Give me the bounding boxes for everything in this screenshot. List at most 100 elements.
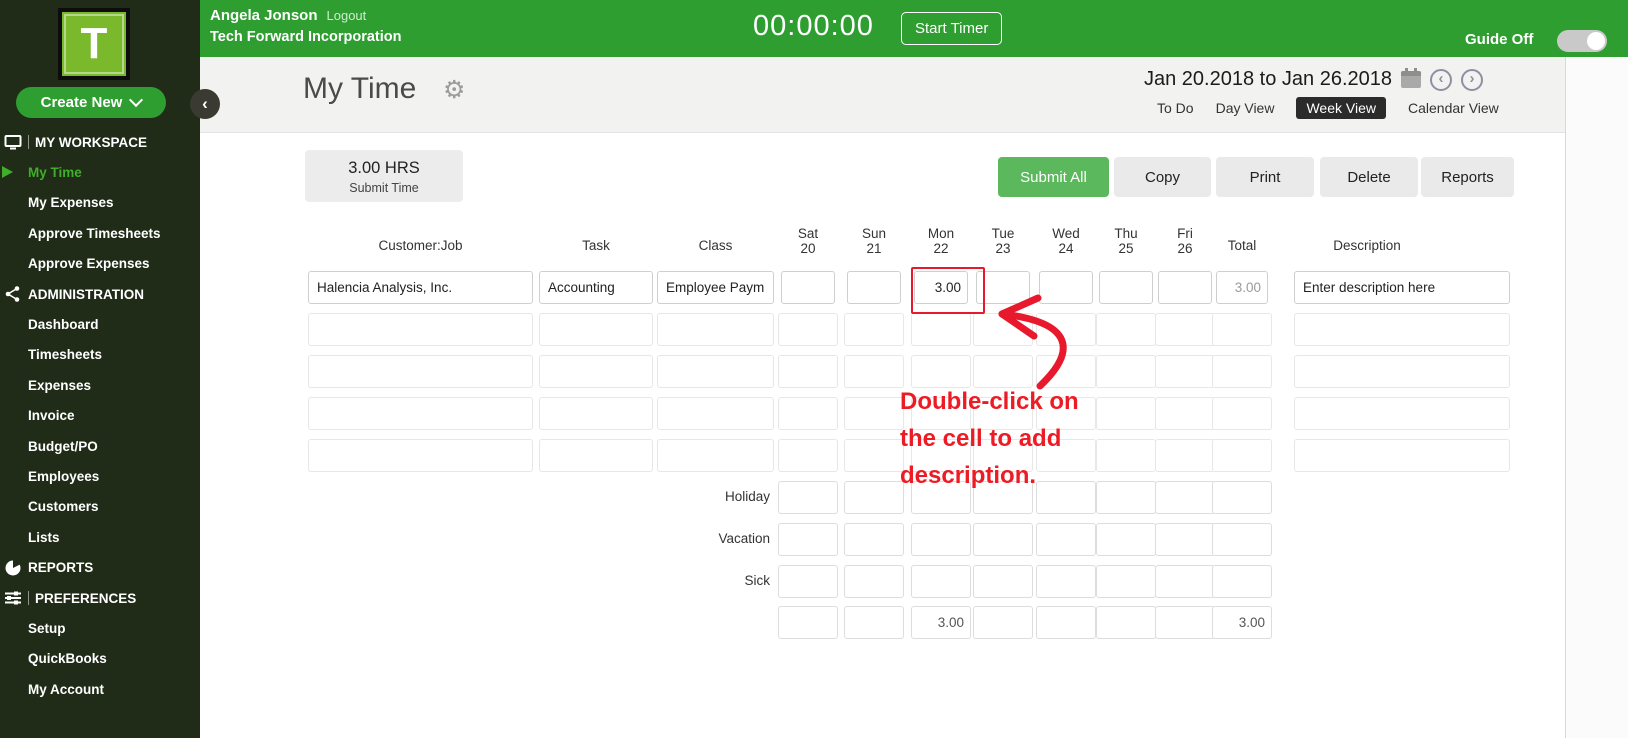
class-input[interactable] — [657, 439, 774, 472]
hours-cell-wed[interactable] — [1039, 271, 1093, 304]
hours-cell[interactable] — [911, 397, 971, 430]
sidebar-item-dashboard[interactable]: Dashboard — [0, 309, 200, 339]
customer-job-input[interactable] — [308, 397, 533, 430]
sick-cell[interactable] — [1036, 565, 1096, 598]
sidebar-section-reports[interactable]: REPORTS — [0, 552, 200, 582]
hours-cell-sun[interactable] — [847, 271, 901, 304]
vacation-cell[interactable] — [911, 523, 971, 556]
sidebar-item-customers[interactable]: Customers — [0, 492, 200, 522]
hours-cell[interactable] — [778, 439, 838, 472]
hours-cell[interactable] — [844, 439, 904, 472]
hours-cell[interactable] — [1096, 313, 1156, 346]
hours-cell-sat[interactable] — [781, 271, 835, 304]
sidebar-item-lists[interactable]: Lists — [0, 522, 200, 552]
sidebar-collapse-button[interactable]: ‹ — [190, 89, 220, 119]
customer-job-input[interactable] — [308, 355, 533, 388]
sidebar-item-approve-timesheets[interactable]: Approve Timesheets — [0, 218, 200, 248]
sidebar-item-my-account[interactable]: My Account — [0, 674, 200, 704]
description-input[interactable] — [1294, 313, 1510, 346]
hours-cell[interactable] — [844, 313, 904, 346]
hours-cell[interactable] — [844, 397, 904, 430]
hours-cell[interactable] — [1096, 355, 1156, 388]
sick-cell[interactable] — [973, 565, 1033, 598]
description-input[interactable] — [1294, 397, 1510, 430]
submit-all-button[interactable]: Submit All — [998, 157, 1109, 197]
sidebar-item-setup[interactable]: Setup — [0, 613, 200, 643]
sidebar-section-preferences[interactable]: PREFERENCES — [0, 583, 200, 613]
holiday-cell[interactable] — [911, 481, 971, 514]
task-input[interactable] — [539, 439, 653, 472]
holiday-cell[interactable] — [1096, 481, 1156, 514]
hours-cell[interactable] — [973, 439, 1033, 472]
vacation-cell[interactable] — [1155, 523, 1215, 556]
sick-cell[interactable] — [1155, 565, 1215, 598]
sick-cell[interactable] — [778, 565, 838, 598]
hours-cell[interactable] — [1155, 313, 1215, 346]
hours-cell[interactable] — [1096, 397, 1156, 430]
submit-time-summary[interactable]: 3.00 HRS Submit Time — [305, 150, 463, 202]
print-button[interactable]: Print — [1216, 157, 1314, 197]
hours-cell[interactable] — [1036, 439, 1096, 472]
hours-cell[interactable] — [911, 355, 971, 388]
holiday-cell[interactable] — [844, 481, 904, 514]
hours-cell[interactable] — [973, 313, 1033, 346]
hours-cell-tue[interactable] — [976, 271, 1030, 304]
description-input[interactable]: Enter description here — [1294, 271, 1510, 304]
hours-cell-mon[interactable]: 3.00 — [914, 271, 968, 304]
calendar-icon[interactable] — [1401, 68, 1421, 88]
hours-cell[interactable] — [1036, 397, 1096, 430]
hours-cell[interactable] — [1155, 397, 1215, 430]
sick-cell[interactable] — [1096, 565, 1156, 598]
tab-day-view[interactable]: Day View — [1216, 100, 1275, 116]
hours-cell[interactable] — [911, 439, 971, 472]
sidebar-item-invoice[interactable]: Invoice — [0, 401, 200, 431]
tab-calendar-view[interactable]: Calendar View — [1408, 100, 1499, 116]
task-input[interactable]: Accounting — [539, 271, 653, 304]
hours-cell[interactable] — [911, 313, 971, 346]
holiday-cell[interactable] — [973, 481, 1033, 514]
hours-cell[interactable] — [973, 397, 1033, 430]
task-input[interactable] — [539, 355, 653, 388]
sidebar-item-approve-expenses[interactable]: Approve Expenses — [0, 249, 200, 279]
reports-button[interactable]: Reports — [1421, 157, 1514, 197]
hours-cell[interactable] — [1155, 355, 1215, 388]
logout-link[interactable]: Logout — [327, 8, 367, 23]
sidebar-item-budget-po[interactable]: Budget/PO — [0, 431, 200, 461]
sidebar-section-administration[interactable]: ADMINISTRATION — [0, 279, 200, 309]
sidebar-item-employees[interactable]: Employees — [0, 461, 200, 491]
delete-button[interactable]: Delete — [1320, 157, 1418, 197]
holiday-cell[interactable] — [1036, 481, 1096, 514]
sidebar-item-my-expenses[interactable]: My Expenses — [0, 188, 200, 218]
sidebar-item-my-time[interactable]: My Time — [0, 157, 200, 187]
class-input[interactable] — [657, 355, 774, 388]
class-input[interactable] — [657, 397, 774, 430]
start-timer-button[interactable]: Start Timer — [901, 12, 1003, 45]
app-logo[interactable]: T — [58, 8, 130, 80]
sick-cell[interactable] — [911, 565, 971, 598]
customer-job-input[interactable] — [308, 439, 533, 472]
sidebar-section-my-workspace[interactable]: MY WORKSPACE — [0, 127, 200, 157]
holiday-cell[interactable] — [778, 481, 838, 514]
hours-cell[interactable] — [1036, 313, 1096, 346]
vacation-cell[interactable] — [778, 523, 838, 556]
class-input[interactable] — [657, 313, 774, 346]
sidebar-item-timesheets[interactable]: Timesheets — [0, 340, 200, 370]
next-week-button[interactable]: › — [1461, 68, 1483, 91]
holiday-cell[interactable] — [1155, 481, 1215, 514]
tab-week-view[interactable]: Week View — [1296, 97, 1386, 119]
hours-cell[interactable] — [1155, 439, 1215, 472]
hours-cell-thu[interactable] — [1099, 271, 1153, 304]
hours-cell[interactable] — [1096, 439, 1156, 472]
task-input[interactable] — [539, 397, 653, 430]
tab-to-do[interactable]: To Do — [1157, 100, 1194, 116]
hours-cell-fri[interactable] — [1158, 271, 1212, 304]
guide-toggle[interactable] — [1557, 30, 1607, 52]
sick-cell[interactable] — [844, 565, 904, 598]
customer-job-input[interactable] — [308, 313, 533, 346]
sidebar-item-expenses[interactable]: Expenses — [0, 370, 200, 400]
prev-week-button[interactable]: ‹ — [1430, 68, 1452, 91]
vacation-cell[interactable] — [1096, 523, 1156, 556]
hours-cell[interactable] — [1036, 355, 1096, 388]
hours-cell[interactable] — [844, 355, 904, 388]
vacation-cell[interactable] — [844, 523, 904, 556]
